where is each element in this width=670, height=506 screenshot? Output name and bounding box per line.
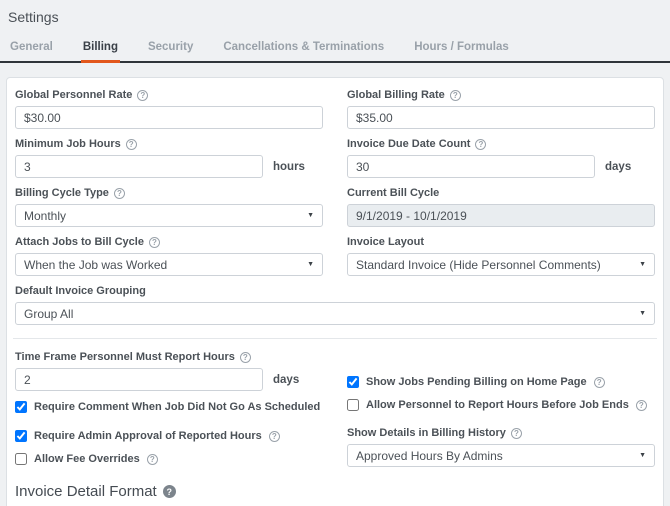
help-icon[interactable]: ? xyxy=(449,89,461,101)
allow-fee-overrides-row: Allow Fee Overrides ? xyxy=(15,453,323,465)
field-label-text: Billing Cycle Type xyxy=(15,187,109,199)
caret-down-icon: ▼ xyxy=(639,310,646,317)
field-label-text: Global Billing Rate xyxy=(347,89,445,101)
minimum-job-hours-unit: hours xyxy=(273,160,305,173)
tab-general[interactable]: General xyxy=(8,35,55,63)
show-jobs-pending-checkbox[interactable] xyxy=(347,376,359,388)
help-icon[interactable]: ? xyxy=(475,138,487,150)
require-admin-approval-checkbox[interactable] xyxy=(15,430,27,442)
help-icon[interactable]: ? xyxy=(162,485,176,498)
selected-value: Approved Hours By Admins xyxy=(356,448,503,463)
section-heading-text: Invoice Detail Format xyxy=(15,483,157,500)
help-icon[interactable]: ? xyxy=(593,376,605,388)
default-invoice-grouping-label: Default Invoice Grouping xyxy=(15,285,655,297)
global-personnel-rate-input[interactable] xyxy=(15,106,323,129)
invoice-due-date-count-label: Invoice Due Date Count ? xyxy=(347,138,655,150)
page-title: Settings xyxy=(8,9,59,25)
field-label-text: Minimum Job Hours xyxy=(15,138,121,150)
selected-value: Monthly xyxy=(24,208,67,223)
field-label-text: Current Bill Cycle xyxy=(347,187,440,199)
require-comment-checkbox[interactable] xyxy=(15,401,27,413)
selected-value: Group All xyxy=(24,306,74,321)
checkbox-label: Allow Fee Overrides xyxy=(34,453,140,465)
current-bill-cycle-value xyxy=(347,204,655,227)
current-bill-cycle-label: Current Bill Cycle xyxy=(347,187,655,199)
field-label-text: Default Invoice Grouping xyxy=(15,285,146,297)
global-billing-rate-label: Global Billing Rate ? xyxy=(347,89,655,101)
attach-jobs-to-bill-cycle-select[interactable]: When the Job was Worked ▼ xyxy=(15,253,323,276)
help-icon[interactable]: ? xyxy=(113,187,125,199)
help-icon[interactable]: ? xyxy=(125,138,137,150)
billing-cycle-type-label: Billing Cycle Type ? xyxy=(15,187,323,199)
help-icon[interactable]: ? xyxy=(510,427,522,439)
field-label-text: Invoice Layout xyxy=(347,236,425,248)
default-invoice-grouping-select[interactable]: Group All ▼ xyxy=(15,302,655,325)
require-comment-row: Require Comment When Job Did Not Go As S… xyxy=(15,401,323,413)
help-icon[interactable]: ? xyxy=(137,89,149,101)
tab-cancellations-terminations[interactable]: Cancellations & Terminations xyxy=(221,35,386,63)
field-label-text: Attach Jobs to Bill Cycle xyxy=(15,236,144,248)
caret-down-icon: ▼ xyxy=(307,261,314,268)
invoice-layout-select[interactable]: Standard Invoice (Hide Personnel Comment… xyxy=(347,253,655,276)
checkbox-label: Allow Personnel to Report Hours Before J… xyxy=(366,399,629,411)
selected-value: When the Job was Worked xyxy=(24,257,168,272)
billing-cycle-type-select[interactable]: Monthly ▼ xyxy=(15,204,323,227)
section-divider xyxy=(13,338,657,339)
tab-bar: General Billing Security Cancellations &… xyxy=(0,35,670,63)
minimum-job-hours-label: Minimum Job Hours ? xyxy=(15,138,323,150)
help-icon[interactable]: ? xyxy=(635,399,647,411)
invoice-detail-format-heading: Invoice Detail Format ? xyxy=(15,483,655,500)
field-label-text: Global Personnel Rate xyxy=(15,89,133,101)
invoice-due-date-count-unit: days xyxy=(605,160,632,173)
global-billing-rate-input[interactable] xyxy=(347,106,655,129)
help-icon[interactable]: ? xyxy=(239,351,251,363)
tab-billing[interactable]: Billing xyxy=(80,35,120,63)
invoice-due-date-count-input[interactable] xyxy=(347,155,595,178)
checkbox-label: Require Admin Approval of Reported Hours xyxy=(34,430,262,442)
help-icon[interactable]: ? xyxy=(268,430,280,442)
invoice-layout-label: Invoice Layout xyxy=(347,236,655,248)
help-icon[interactable]: ? xyxy=(148,236,160,248)
field-label-text: Invoice Due Date Count xyxy=(347,138,471,150)
field-label-text: Time Frame Personnel Must Report Hours xyxy=(15,351,235,363)
time-frame-report-hours-label: Time Frame Personnel Must Report Hours ? xyxy=(15,351,323,363)
caret-down-icon: ▼ xyxy=(639,261,646,268)
time-frame-report-hours-input[interactable] xyxy=(15,368,263,391)
attach-jobs-to-bill-cycle-label: Attach Jobs to Bill Cycle ? xyxy=(15,236,323,248)
page-header: Settings xyxy=(0,0,670,25)
show-jobs-pending-row: Show Jobs Pending Billing on Home Page ? xyxy=(347,376,655,388)
caret-down-icon: ▼ xyxy=(307,212,314,219)
allow-fee-overrides-checkbox[interactable] xyxy=(15,453,27,465)
time-frame-report-hours-unit: days xyxy=(273,373,300,386)
billing-settings-panel: Global Personnel Rate ? Global Billing R… xyxy=(6,77,664,506)
show-details-billing-history-label: Show Details in Billing History ? xyxy=(347,427,655,439)
field-label-text: Show Details in Billing History xyxy=(347,427,506,439)
show-details-billing-history-select[interactable]: Approved Hours By Admins ▼ xyxy=(347,444,655,467)
tab-security[interactable]: Security xyxy=(146,35,195,63)
minimum-job-hours-input[interactable] xyxy=(15,155,263,178)
selected-value: Standard Invoice (Hide Personnel Comment… xyxy=(356,257,601,272)
allow-report-before-end-checkbox[interactable] xyxy=(347,399,359,411)
checkbox-label: Require Comment When Job Did Not Go As S… xyxy=(34,401,321,413)
tab-hours-formulas[interactable]: Hours / Formulas xyxy=(412,35,511,63)
help-icon[interactable]: ? xyxy=(146,453,158,465)
checkbox-label: Show Jobs Pending Billing on Home Page xyxy=(366,376,587,388)
caret-down-icon: ▼ xyxy=(639,452,646,459)
require-admin-approval-row: Require Admin Approval of Reported Hours… xyxy=(15,430,323,442)
allow-report-before-end-row: Allow Personnel to Report Hours Before J… xyxy=(347,399,655,411)
global-personnel-rate-label: Global Personnel Rate ? xyxy=(15,89,323,101)
